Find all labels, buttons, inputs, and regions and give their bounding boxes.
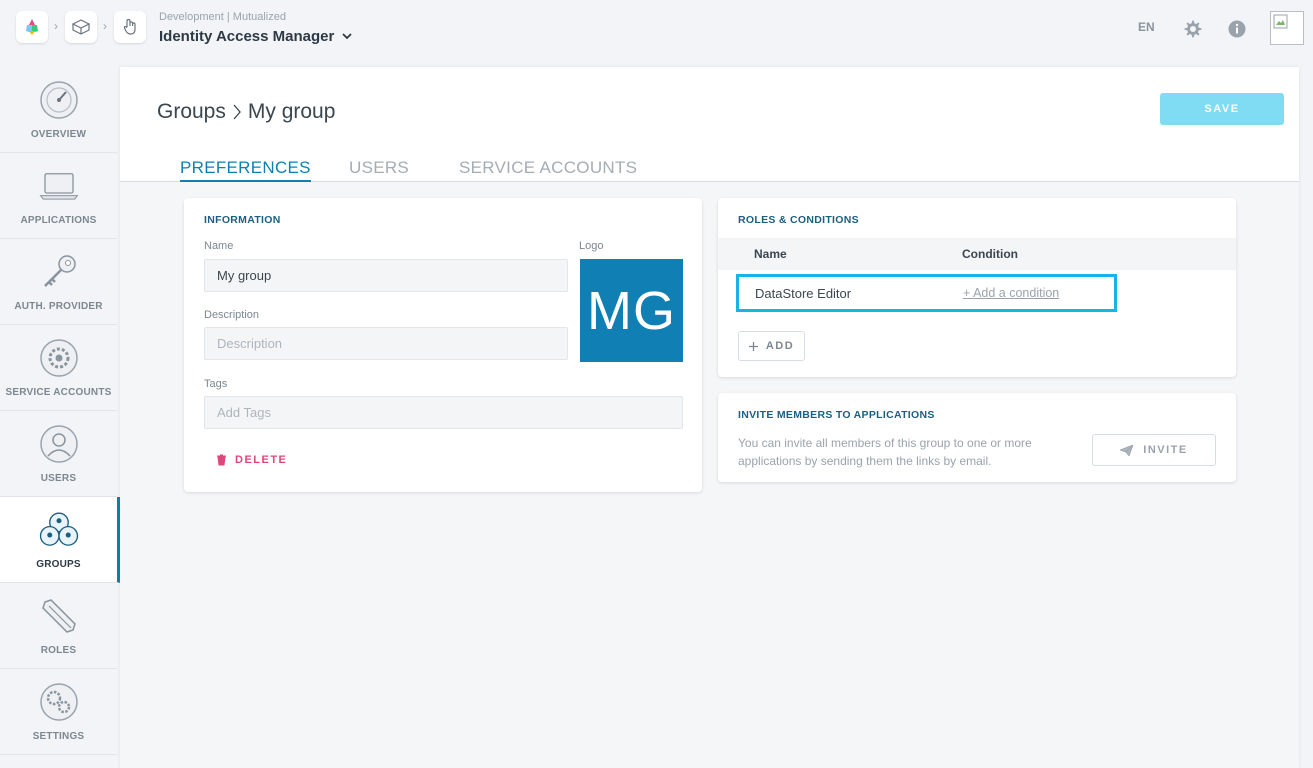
sidebar-item-label: SETTINGS [32, 731, 85, 742]
sidebar-item-label: USERS [40, 473, 77, 484]
logo-label: Logo [579, 240, 604, 252]
sidebar-item-label: ROLES [40, 645, 77, 656]
delete-label: DELETE [235, 454, 288, 466]
plus-icon [748, 341, 758, 351]
invite-card: INVITE MEMBERS TO APPLICATIONS You can i… [718, 393, 1236, 482]
group-logo[interactable]: MG [580, 259, 683, 362]
cube-icon [71, 19, 91, 35]
language-selector[interactable]: EN [1138, 20, 1155, 34]
app-logo-icon [26, 19, 38, 35]
trash-icon [217, 454, 226, 466]
key-icon [38, 251, 80, 293]
sidebar: OVERVIEW APPLICATIONS AUTH. PROVIDER SER… [0, 67, 120, 768]
chevron-right-icon: › [54, 19, 58, 33]
group-icon [38, 509, 80, 551]
info-button[interactable] [1226, 18, 1248, 40]
save-button[interactable]: SAVE [1160, 93, 1284, 125]
add-condition-link[interactable]: + Add a condition [963, 286, 1059, 300]
tab-service-accounts[interactable]: SERVICE ACCOUNTS [459, 158, 637, 180]
gears-icon [38, 681, 80, 723]
sidebar-item-groups[interactable]: GROUPS [0, 497, 120, 583]
broken-image-icon [1273, 14, 1288, 29]
page-header: Groups My group SAVE PREFERENCES USERS S… [120, 67, 1299, 182]
chevron-right-icon: › [103, 19, 107, 33]
main-panel: Groups My group SAVE PREFERENCES USERS S… [120, 67, 1299, 768]
invite-title: INVITE MEMBERS TO APPLICATIONS [738, 409, 935, 421]
environment-label: Development | Mutualized [159, 11, 286, 23]
sidebar-item-label: OVERVIEW [30, 129, 87, 140]
top-bar: › › Development | Mutualized Identity Ac… [0, 0, 1313, 60]
settings-button[interactable] [1182, 18, 1204, 40]
description-label: Description [204, 309, 260, 321]
name-label: Name [204, 240, 234, 252]
description-input[interactable]: Description [204, 327, 568, 360]
sidebar-item-users[interactable]: USERS [0, 411, 117, 497]
module-button[interactable] [114, 11, 146, 43]
sidebar-item-roles[interactable]: ROLES [0, 583, 117, 669]
sidebar-item-service-accounts[interactable]: SERVICE ACCOUNTS [0, 325, 117, 411]
sidebar-item-label: SERVICE ACCOUNTS [5, 387, 112, 398]
sidebar-item-auth-provider[interactable]: AUTH. PROVIDER [0, 239, 117, 325]
app-switcher[interactable]: Identity Access Manager [159, 28, 352, 45]
sidebar-item-label: GROUPS [36, 559, 81, 570]
pencil-icon [38, 595, 80, 637]
invite-button[interactable]: INVITE [1092, 434, 1216, 466]
roles-title: ROLES & CONDITIONS [738, 214, 859, 226]
cog-circle-icon [38, 337, 80, 379]
info-icon [1228, 20, 1246, 38]
chevron-down-icon [342, 33, 352, 40]
roles-card: ROLES & CONDITIONS Name Condition DataSt… [718, 198, 1236, 377]
tags-label: Tags [204, 378, 228, 390]
breadcrumb: Groups My group [157, 100, 335, 124]
laptop-icon [38, 165, 80, 207]
hand-icon [123, 18, 136, 35]
page-title: My group [247, 100, 336, 123]
sidebar-item-label: APPLICATIONS [20, 215, 97, 226]
add-label: ADD [765, 340, 795, 352]
add-role-button[interactable]: ADD [738, 331, 805, 361]
delete-button[interactable]: DELETE [216, 454, 287, 466]
sidebar-item-overview[interactable]: OVERVIEW [0, 67, 117, 153]
roles-table-header: Name Condition [718, 238, 1236, 270]
user-avatar[interactable] [1270, 11, 1304, 45]
sidebar-item-label: AUTH. PROVIDER [14, 301, 103, 312]
column-header-name: Name [754, 247, 787, 261]
sidebar-item-applications[interactable]: APPLICATIONS [0, 153, 117, 239]
name-input[interactable]: My group [204, 259, 568, 292]
information-card: INFORMATION Name My group Logo MG Descri… [184, 198, 702, 492]
breadcrumb-groups-link[interactable]: Groups [157, 100, 226, 124]
home-logo-button[interactable] [16, 11, 48, 43]
app-title: Identity Access Manager [159, 28, 335, 45]
user-icon [38, 423, 80, 465]
project-button[interactable] [65, 11, 97, 43]
information-title: INFORMATION [204, 214, 281, 226]
table-row[interactable]: DataStore Editor + Add a condition [736, 274, 1117, 312]
tab-preferences[interactable]: PREFERENCES [180, 158, 311, 182]
invite-description: You can invite all members of this group… [738, 436, 1032, 468]
chevron-right-icon [233, 104, 241, 120]
tab-users[interactable]: USERS [349, 158, 409, 180]
sidebar-item-settings[interactable]: SETTINGS [0, 669, 117, 755]
invite-label: INVITE [1143, 444, 1188, 456]
paper-plane-icon [1120, 444, 1134, 456]
column-header-condition: Condition [962, 247, 1018, 261]
tags-input[interactable]: Add Tags [204, 396, 683, 429]
role-name: DataStore Editor [755, 286, 852, 301]
gear-icon [1184, 20, 1202, 38]
gauge-icon [38, 79, 80, 121]
